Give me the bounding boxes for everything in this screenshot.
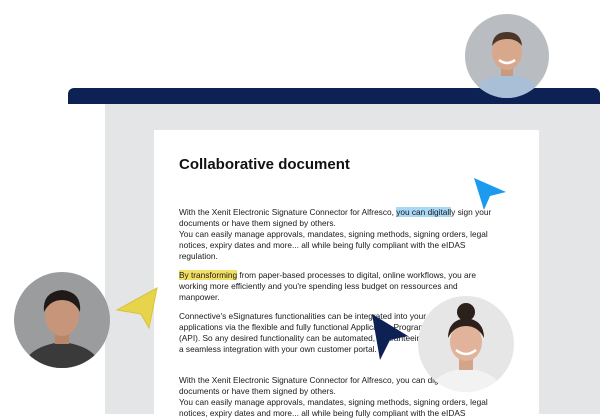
text-run: notices, expiry dates and more... all wh… <box>179 408 466 418</box>
text-run: manpower. <box>179 292 220 302</box>
text-line: regulation. <box>179 251 524 262</box>
collaborator-cursor-navy-icon <box>372 314 408 360</box>
text-run: You can easily manage approvals, mandate… <box>179 397 488 407</box>
text-line: You can easily manage approvals, mandate… <box>179 229 524 240</box>
document-title: Collaborative document <box>179 156 350 173</box>
text-run: documents or have them signed by others. <box>179 218 336 228</box>
text-run: regulation. <box>179 251 218 261</box>
highlighted-text: you can digitall <box>396 207 452 217</box>
text-line: notices, expiry dates and more... all wh… <box>179 240 524 251</box>
text-line: You can easily manage approvals, mandate… <box>179 397 524 408</box>
collaborator-cursor-yellow-icon <box>115 287 158 330</box>
text-run: documents or have them signed by others. <box>179 386 336 396</box>
highlighted-text: By transforming <box>179 270 238 280</box>
text-run: a seamless integration with your own cus… <box>179 344 377 354</box>
text-line: documents or have them signed by others. <box>179 218 524 229</box>
text-run: from paper-based processes to digital, o… <box>237 270 476 280</box>
collaborator-avatar-left[interactable] <box>14 272 110 368</box>
collaborator-cursor-blue-icon <box>474 178 506 210</box>
text-run: working more efficiently and you're spen… <box>179 281 458 291</box>
text-line: working more efficiently and you're spen… <box>179 281 524 292</box>
text-run: You can easily manage approvals, mandate… <box>179 229 488 239</box>
text-line: By transforming from paper-based process… <box>179 270 524 281</box>
paragraph-1[interactable]: With the Xenit Electronic Signature Conn… <box>179 207 524 262</box>
collaborator-avatar-top[interactable] <box>465 14 549 98</box>
collaborator-avatar-right[interactable] <box>418 296 514 392</box>
text-run: notices, expiry dates and more... all wh… <box>179 240 466 250</box>
text-run: With the Xenit Electronic Signature Conn… <box>179 207 397 217</box>
